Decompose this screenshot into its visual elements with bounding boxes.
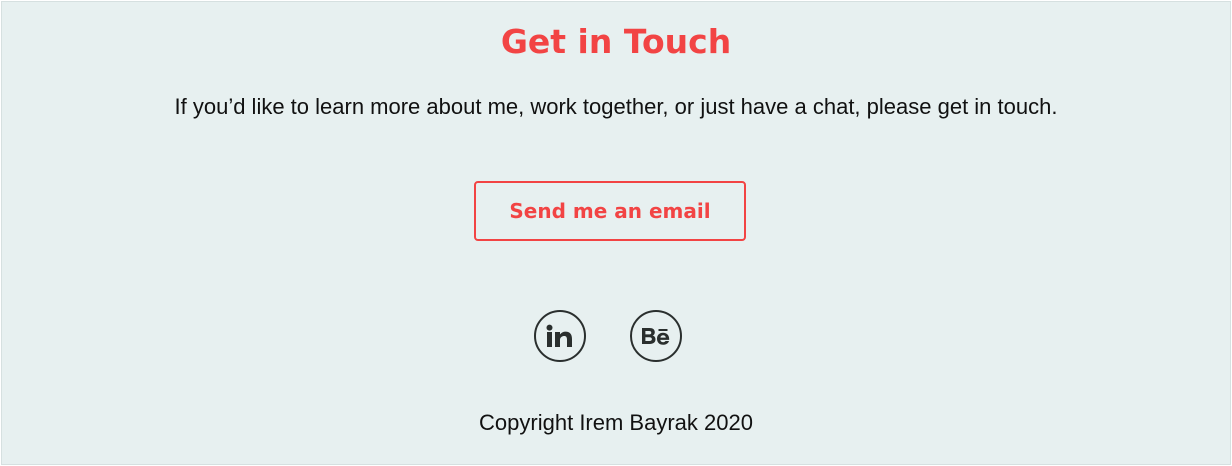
copyright-text: Copyright Irem Bayrak 2020 xyxy=(479,410,753,435)
send-email-button[interactable]: Send me an email xyxy=(474,181,746,241)
behance-icon xyxy=(641,326,671,346)
contact-section: Get in Touch If you’d like to learn more… xyxy=(1,1,1231,465)
linkedin-icon xyxy=(546,324,574,348)
section-title: Get in Touch xyxy=(500,22,732,61)
linkedin-link[interactable] xyxy=(534,310,586,362)
contact-description: If you’d like to learn more about me, wo… xyxy=(174,94,1058,119)
behance-link[interactable] xyxy=(630,310,682,362)
